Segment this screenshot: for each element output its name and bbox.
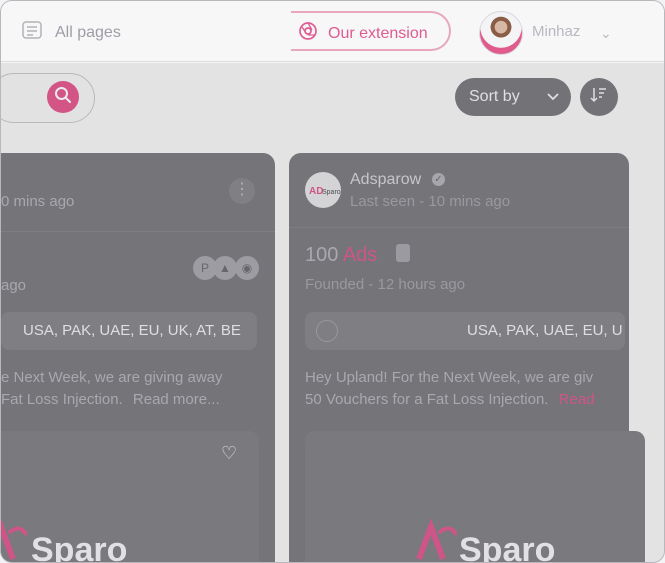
chevron-down-icon	[546, 88, 560, 106]
sort-by-label: Sort by	[469, 88, 520, 105]
ad-description-line: 50 Vouchers for a Fat Loss Injection.	[305, 391, 549, 408]
brand-text: Sparo	[31, 531, 128, 563]
search-button[interactable]	[47, 81, 79, 113]
ad-description-2: 50 Vouchers for a Fat Loss Injection. Re…	[305, 389, 595, 411]
countries-list: USA, PAK, UAE, EU, U	[467, 322, 623, 339]
ads-count: 100 Ads	[305, 244, 377, 267]
ads-count-number: 100	[305, 244, 339, 266]
adwords-icon: ▲	[213, 256, 237, 280]
app-window: All pages Our extension Minhaz ⌄ Sort by…	[0, 0, 665, 563]
snapchat-icon: ◉	[235, 256, 259, 280]
sort-order-button[interactable]	[580, 78, 618, 116]
ad-description: Hey Upland! For the Next Week, we are gi…	[305, 369, 594, 386]
advertiser-logo: AD Sparo	[305, 172, 341, 208]
advertiser-name[interactable]: Adsparow	[350, 171, 421, 189]
ad-description-2: Fat Loss Injection. Read more...	[1, 389, 220, 411]
founded-text: Founded - 12 hours ago	[305, 276, 466, 293]
verified-badge-icon: ✓	[432, 173, 445, 186]
countries-list: USA, PAK, UAE, EU, UK, AT, BE	[23, 322, 241, 339]
ads-count-label: Ads	[342, 244, 378, 266]
pages-icon	[21, 21, 43, 44]
ad-description-line: Fat Loss Injection.	[1, 391, 123, 408]
brand-text: Sparo	[459, 531, 556, 563]
user-avatar[interactable]	[479, 11, 523, 55]
username[interactable]: Minhaz	[532, 23, 580, 40]
globe-icon	[316, 320, 338, 342]
shopify-icon	[396, 244, 410, 262]
ad-description: e Next Week, we are giving away	[1, 369, 223, 386]
search-icon	[54, 86, 72, 109]
heart-icon[interactable]: ♡	[221, 443, 237, 464]
sort-order-icon	[590, 86, 608, 109]
chrome-icon	[298, 21, 318, 46]
our-extension-button[interactable]: Our extension	[298, 21, 428, 46]
all-pages-link[interactable]: All pages	[21, 21, 121, 44]
last-seen: 0 mins ago	[1, 193, 75, 210]
read-more-link[interactable]: Read more...	[133, 391, 220, 408]
sort-by-dropdown[interactable]: Sort by	[455, 78, 571, 116]
all-pages-label: All pages	[55, 23, 121, 41]
adsparow-logo-mark	[1, 518, 29, 562]
founded-text: ago	[1, 277, 27, 294]
last-seen: Last seen - 10 mins ago	[350, 193, 511, 210]
adsparow-logo-mark	[411, 518, 459, 562]
top-navigation: All pages Our extension Minhaz ⌄	[1, 1, 664, 62]
chevron-down-icon[interactable]: ⌄	[600, 25, 612, 42]
our-extension-label: Our extension	[328, 24, 428, 42]
svg-text:Sparo: Sparo	[322, 189, 341, 196]
more-options-icon[interactable]: ⋮	[229, 178, 255, 204]
read-more-link[interactable]: Read	[559, 391, 595, 408]
